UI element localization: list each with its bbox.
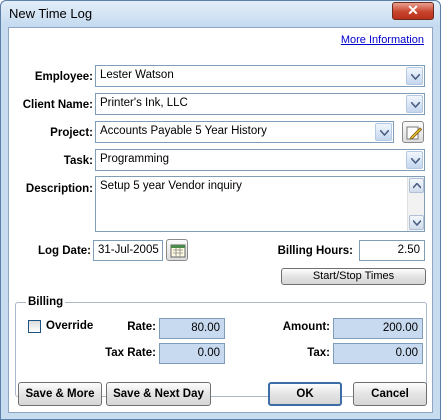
scroll-down-icon[interactable] — [409, 215, 424, 230]
amount-field: 200.00 — [333, 318, 423, 339]
cancel-button[interactable]: Cancel — [353, 382, 427, 406]
description-label: Description: — [25, 183, 93, 195]
log-date-input[interactable]: 31-Jul-2005 — [93, 240, 163, 261]
title-bar: New Time Log ✕ — [1, 1, 440, 27]
save-and-next-day-button[interactable]: Save & Next Day — [106, 382, 211, 406]
description-textarea[interactable]: Setup 5 year Vendor inquiry — [95, 176, 425, 232]
more-information-link[interactable]: More Information — [341, 34, 424, 46]
log-date-value: 31-Jul-2005 — [98, 244, 159, 256]
tax-value: 0.00 — [395, 347, 418, 359]
employee-label: Employee: — [34, 71, 93, 83]
billing-hours-label: Billing Hours: — [277, 245, 353, 257]
task-select[interactable]: Programming — [95, 149, 425, 171]
ok-button[interactable]: OK — [268, 382, 342, 406]
override-checkbox[interactable] — [28, 320, 41, 333]
employee-value: Lester Watson — [100, 69, 174, 81]
amount-label: Amount: — [282, 321, 330, 333]
rate-value: 80.00 — [191, 322, 220, 334]
dialog-body: More Information Employee: Lester Watson… — [8, 27, 433, 413]
description-value: Setup 5 year Vendor inquiry — [100, 180, 242, 192]
employee-select[interactable]: Lester Watson — [95, 65, 425, 87]
tax-field: 0.00 — [333, 343, 423, 364]
tax-label: Tax: — [307, 347, 330, 359]
dropdown-arrow-icon[interactable] — [375, 123, 392, 141]
billing-hours-input[interactable]: 2.50 — [359, 240, 425, 261]
tax-rate-field: 0.00 — [159, 343, 225, 364]
description-scrollbar[interactable] — [407, 177, 424, 231]
dropdown-arrow-icon[interactable] — [406, 67, 423, 85]
project-select[interactable]: Accounts Payable 5 Year History — [95, 121, 394, 143]
calendar-icon[interactable] — [166, 239, 188, 261]
rate-field: 80.00 — [159, 318, 225, 339]
billing-group-title: Billing — [26, 296, 66, 308]
rate-label: Rate: — [127, 321, 156, 333]
project-value: Accounts Payable 5 Year History — [100, 125, 267, 137]
edit-pencil-icon[interactable] — [402, 121, 424, 143]
window-title: New Time Log — [9, 6, 93, 21]
log-date-label: Log Date: — [37, 245, 91, 257]
task-label: Task: — [63, 155, 93, 167]
save-and-more-button[interactable]: Save & More — [18, 382, 102, 406]
dropdown-arrow-icon[interactable] — [406, 95, 423, 113]
dropdown-arrow-icon[interactable] — [406, 151, 423, 169]
billing-hours-value: 2.50 — [397, 244, 420, 256]
tax-rate-value: 0.00 — [197, 347, 220, 359]
task-value: Programming — [100, 153, 170, 165]
project-label: Project: — [50, 127, 93, 139]
start-stop-times-button[interactable]: Start/Stop Times — [281, 268, 426, 285]
tax-rate-label: Tax Rate: — [105, 347, 156, 359]
time-log-dialog: New Time Log ✕ More Information Employee… — [0, 0, 441, 420]
client-name-select[interactable]: Printer's Ink, LLC — [95, 93, 425, 115]
override-label: Override — [46, 320, 94, 332]
close-icon[interactable]: ✕ — [392, 2, 434, 20]
amount-value: 200.00 — [382, 322, 418, 334]
scroll-up-icon[interactable] — [409, 178, 424, 193]
client-name-value: Printer's Ink, LLC — [100, 97, 188, 109]
client-name-label: Client Name: — [22, 99, 93, 111]
